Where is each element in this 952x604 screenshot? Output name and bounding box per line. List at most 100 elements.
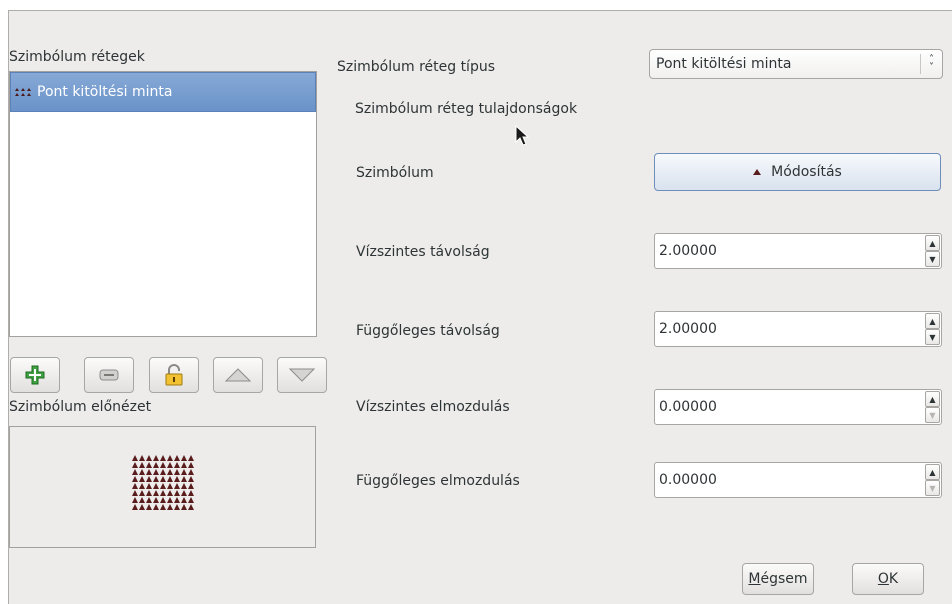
triangle-marker-icon xyxy=(753,169,762,175)
pattern-marker xyxy=(153,469,159,475)
layer-type-value: Pont kitöltési minta xyxy=(656,56,792,72)
vertical-offset-value: 0.00000 xyxy=(659,472,717,488)
pattern-marker xyxy=(132,455,138,461)
add-layer-button[interactable] xyxy=(10,357,60,393)
ok-mnemonic: O xyxy=(877,571,889,587)
pattern-marker xyxy=(160,490,166,496)
pattern-marker xyxy=(153,490,159,496)
arrow-down-icon xyxy=(289,368,315,382)
pattern-marker xyxy=(132,490,138,496)
symbol-layers-list[interactable]: Pont kitöltési minta xyxy=(9,71,317,337)
move-down-button[interactable] xyxy=(277,357,327,393)
pattern-marker xyxy=(160,455,166,461)
symbol-label: Szimbólum xyxy=(356,165,434,181)
pattern-marker xyxy=(160,483,166,489)
horizontal-offset-label: Vízszintes elmozdulás xyxy=(356,399,510,415)
modify-button-label: Módosítás xyxy=(771,164,842,180)
spin-down-icon[interactable]: ▼ xyxy=(925,480,940,496)
layer-type-select[interactable]: Pont kitöltési minta ˄ ˅ xyxy=(649,49,943,79)
list-item[interactable]: Pont kitöltési minta xyxy=(10,72,316,112)
pattern-marker xyxy=(188,490,194,496)
pattern-marker xyxy=(153,455,159,461)
pattern-marker xyxy=(146,504,152,510)
pattern-marker xyxy=(174,504,180,510)
spin-up-icon[interactable]: ▲ xyxy=(925,313,940,329)
pattern-marker xyxy=(174,462,180,468)
pattern-marker xyxy=(146,462,152,468)
horizontal-distance-spinbox[interactable]: 2.00000 ▲ ▼ xyxy=(654,233,942,269)
point-pattern-preview xyxy=(132,455,195,511)
pattern-marker xyxy=(146,476,152,482)
vertical-offset-spinbox[interactable]: 0.00000 ▲ ▼ xyxy=(654,462,942,498)
vertical-distance-label: Függőleges távolság xyxy=(356,323,500,339)
vertical-offset-label: Függőleges elmozdulás xyxy=(356,473,520,489)
pattern-marker xyxy=(153,462,159,468)
pattern-marker xyxy=(167,469,173,475)
lock-icon xyxy=(165,364,183,386)
pattern-marker xyxy=(181,462,187,468)
pattern-marker xyxy=(188,469,194,475)
layer-type-label: Szimbólum réteg típus xyxy=(337,59,495,75)
spin-down-icon[interactable]: ▼ xyxy=(925,251,940,267)
symbol-layers-heading: Szimbólum rétegek xyxy=(9,49,145,65)
pattern-marker xyxy=(139,469,145,475)
pattern-marker xyxy=(188,483,194,489)
spin-up-icon[interactable]: ▲ xyxy=(925,391,940,407)
pattern-marker xyxy=(146,497,152,503)
pattern-marker xyxy=(139,497,145,503)
plus-icon xyxy=(25,365,45,385)
vertical-distance-spinbox[interactable]: 2.00000 ▲ ▼ xyxy=(654,311,942,347)
pattern-marker xyxy=(174,483,180,489)
pattern-marker xyxy=(139,504,145,510)
point-pattern-icon xyxy=(15,84,31,100)
pattern-marker xyxy=(132,483,138,489)
spin-down-icon[interactable]: ▼ xyxy=(925,407,940,423)
pattern-marker xyxy=(181,490,187,496)
pattern-marker xyxy=(132,469,138,475)
pattern-marker xyxy=(139,490,145,496)
pattern-marker xyxy=(153,483,159,489)
ok-label: K xyxy=(888,571,899,587)
pattern-marker xyxy=(167,462,173,468)
ok-button[interactable]: OK xyxy=(852,563,924,595)
pattern-marker xyxy=(188,455,194,461)
cancel-button[interactable]: Mégsem xyxy=(742,563,814,595)
remove-layer-button[interactable] xyxy=(84,357,134,393)
pattern-marker xyxy=(174,469,180,475)
pattern-marker xyxy=(167,483,173,489)
pattern-marker xyxy=(146,490,152,496)
updown-chevron-icon: ˄ ˅ xyxy=(920,54,942,74)
spin-down-icon[interactable]: ▼ xyxy=(925,329,940,345)
pattern-marker xyxy=(160,469,166,475)
symbol-preview-heading: Szimbólum előnézet xyxy=(9,399,152,415)
lock-layer-button[interactable] xyxy=(149,357,199,393)
properties-heading: Szimbólum réteg tulajdonságok xyxy=(355,101,578,117)
horizontal-distance-label: Vízszintes távolság xyxy=(356,244,490,260)
vertical-distance-value: 2.00000 xyxy=(659,321,717,337)
move-up-button[interactable] xyxy=(213,357,263,393)
pattern-marker xyxy=(146,483,152,489)
pattern-marker xyxy=(188,497,194,503)
spin-up-icon[interactable]: ▲ xyxy=(925,235,940,251)
pattern-marker xyxy=(181,504,187,510)
horizontal-offset-spinbox[interactable]: 0.00000 ▲ ▼ xyxy=(654,389,942,425)
pattern-marker xyxy=(188,476,194,482)
pattern-marker xyxy=(181,469,187,475)
modify-symbol-button[interactable]: Módosítás xyxy=(654,153,941,191)
pattern-marker xyxy=(174,476,180,482)
pattern-marker xyxy=(181,476,187,482)
pattern-marker xyxy=(174,490,180,496)
pattern-marker xyxy=(146,455,152,461)
pattern-marker xyxy=(153,497,159,503)
pattern-marker xyxy=(181,455,187,461)
pattern-marker xyxy=(146,469,152,475)
pattern-marker xyxy=(181,497,187,503)
pattern-marker xyxy=(132,462,138,468)
horizontal-distance-value: 2.00000 xyxy=(659,243,717,259)
pattern-marker xyxy=(174,455,180,461)
spin-up-icon[interactable]: ▲ xyxy=(925,464,940,480)
pattern-marker xyxy=(160,462,166,468)
layer-item-label: Pont kitöltési minta xyxy=(37,84,173,100)
symbol-preview xyxy=(9,426,316,548)
cancel-label: égsem xyxy=(760,571,808,587)
